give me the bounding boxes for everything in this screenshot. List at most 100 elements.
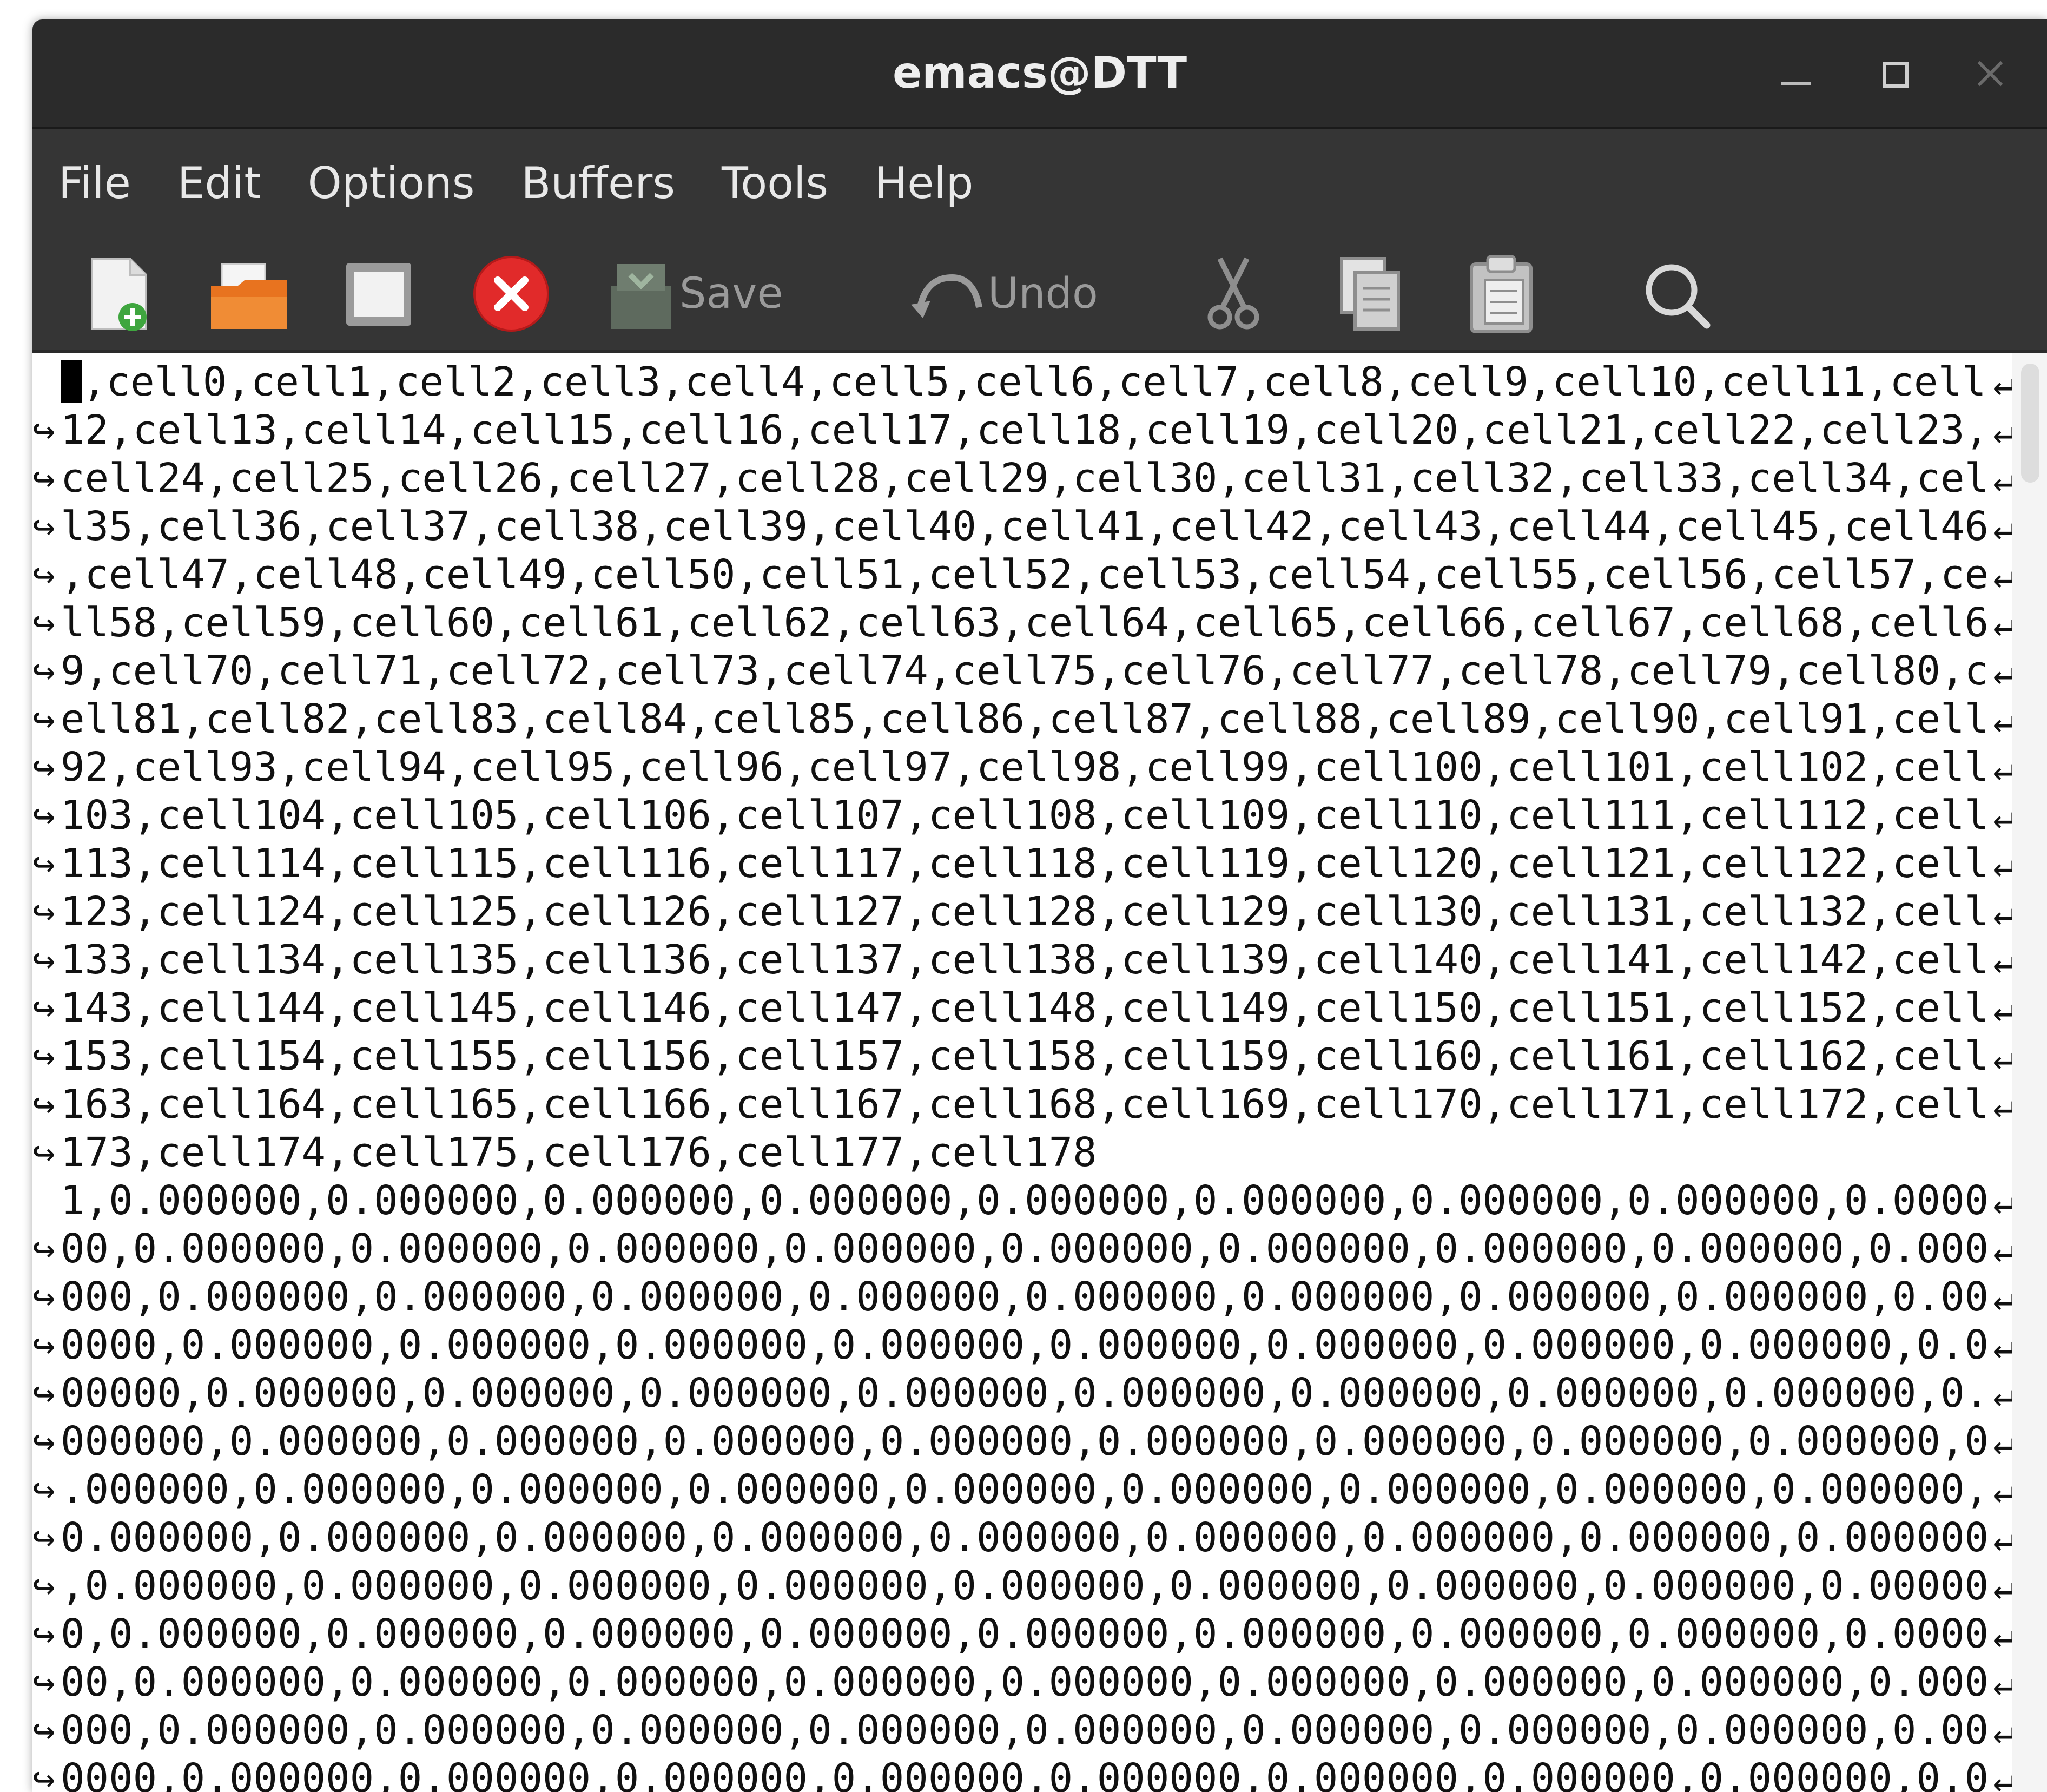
paste-icon (1470, 255, 1533, 333)
paste-button[interactable] (1466, 253, 1536, 334)
undo-icon (911, 274, 982, 318)
left-fringe-continued-icon: ↪ (32, 1660, 56, 1704)
left-fringe-continued-icon: ↪ (32, 649, 56, 693)
left-fringe-continued-icon: ↪ (32, 601, 56, 645)
copy-button[interactable] (1336, 253, 1407, 334)
new-file-icon (91, 258, 147, 331)
dired-button[interactable] (341, 253, 417, 334)
buffer-line-text: ,cell0,cell1,cell2,cell3,cell4,cell5,cel… (61, 358, 1986, 406)
buffer-line: ↪ 00,0.000000,0.000000,0.000000,0.000000,… (32, 1658, 2012, 1707)
buffer-line-text: 153,cell154,cell155,cell156,cell157,cell… (61, 1033, 1989, 1079)
right-fringe-wrap-icon: ↵ (1993, 984, 2012, 1032)
right-fringe-wrap-icon: ↵ (1993, 406, 2012, 454)
open-file-button[interactable] (206, 253, 292, 334)
left-fringe-continued-icon: ↪ (32, 938, 56, 982)
buffer-line-text: 00000,0.000000,0.000000,0.000000,0.00000… (61, 1370, 1989, 1417)
left-fringe-continued-icon: ↪ (32, 1275, 56, 1319)
buffer-line-text: 000,0.000000,0.000000,0.000000,0.000000,… (61, 1707, 1989, 1754)
left-fringe-continued-icon: ↪ (32, 1467, 56, 1512)
right-fringe-wrap-icon: ↵ (1993, 1658, 2012, 1707)
right-fringe-wrap-icon: ↵ (1993, 647, 2012, 695)
menu-edit[interactable]: Edit (177, 158, 261, 208)
right-fringe-wrap-icon: ↵ (1993, 1032, 2012, 1081)
menu-buffers[interactable]: Buffers (521, 158, 675, 208)
buffer-line: ↪ 153,cell154,cell155,cell156,cell157,cel… (32, 1032, 2012, 1081)
buffer-line-text: 9,cell70,cell71,cell72,cell73,cell74,cel… (61, 648, 1989, 694)
right-fringe-wrap-icon: ↵ (1993, 1755, 2012, 1792)
buffer-line: ↪ l35,cell36,cell37,cell38,cell39,cell40,… (32, 503, 2012, 551)
buffer-line-text: 123,cell124,cell125,cell126,cell127,cell… (61, 888, 1989, 935)
left-fringe-continued-icon: ↪ (32, 1130, 56, 1175)
buffer-line-content: ,cell0,cell1,cell2,cell3,cell4,cell5,cel… (82, 359, 1986, 405)
left-fringe-continued-icon: ↪ (32, 890, 56, 934)
menu-tools[interactable]: Tools (722, 158, 828, 208)
right-fringe-wrap-icon: ↵ (1993, 599, 2012, 647)
left-fringe-continued-icon: ↪ (32, 745, 56, 789)
menu-bar: File Edit Options Buffers Tools Help (32, 129, 2047, 237)
vertical-scrollbar[interactable] (2012, 353, 2047, 1792)
buffer-line: ↪ 133,cell134,cell135,cell136,cell137,cel… (32, 936, 2012, 984)
buffer-line: ↪ 92,cell93,cell94,cell95,cell96,cell97,c… (32, 743, 2012, 792)
buffer-line: ↪ 143,cell144,cell145,cell146,cell147,cel… (32, 984, 2012, 1032)
buffer-line: ↪ 000,0.000000,0.000000,0.000000,0.000000… (32, 1273, 2012, 1321)
save-icon (611, 264, 671, 329)
buffer-line: ↪ 163,cell164,cell165,cell166,cell167,cel… (32, 1081, 2012, 1129)
left-fringe-continued-icon: ↪ (32, 552, 56, 597)
buffer-line-text: 0000,0.000000,0.000000,0.000000,0.000000… (61, 1755, 1989, 1792)
buffer-line-text: cell24,cell25,cell26,cell27,cell28,cell2… (61, 455, 1989, 502)
text-buffer[interactable]: ,cell0,cell1,cell2,cell3,cell4,cell5,cel… (32, 353, 2012, 1792)
tool-bar: Save Undo (32, 237, 2047, 353)
menu-file[interactable]: File (58, 158, 131, 208)
right-fringe-wrap-icon: ↵ (1993, 1707, 2012, 1755)
buffer-line-text: 12,cell13,cell14,cell15,cell16,cell17,ce… (61, 407, 1989, 453)
buffer-line: ↪ 00000,0.000000,0.000000,0.000000,0.0000… (32, 1369, 2012, 1418)
buffer-line-text: 00,0.000000,0.000000,0.000000,0.000000,0… (61, 1659, 1989, 1705)
buffer-line-text: 113,cell114,cell115,cell116,cell117,cell… (61, 840, 1989, 887)
buffer-line: ↪ 123,cell124,cell125,cell126,cell127,cel… (32, 888, 2012, 936)
scrollbar-thumb[interactable] (2021, 364, 2039, 483)
right-fringe-wrap-icon: ↵ (1993, 792, 2012, 840)
cut-button[interactable] (1201, 253, 1266, 334)
left-fringe-continued-icon: ↪ (32, 504, 56, 549)
buffer-line-text: 0.000000,0.000000,0.000000,0.000000,0.00… (61, 1514, 1989, 1561)
right-fringe-wrap-icon: ↵ (1993, 1418, 2012, 1466)
new-file-button[interactable] (81, 253, 157, 334)
buffer-line-text: 103,cell104,cell105,cell106,cell107,cell… (61, 792, 1989, 839)
buffer-line-text: 000000,0.000000,0.000000,0.000000,0.0000… (61, 1418, 1989, 1465)
buffer-line: ↪ ell81,cell82,cell83,cell84,cell85,cell8… (32, 695, 2012, 743)
right-fringe-wrap-icon: ↵ (1993, 1273, 2012, 1321)
buffer-line: ↪ 103,cell104,cell105,cell106,cell107,cel… (32, 792, 2012, 840)
buffer-line: ↪ cell24,cell25,cell26,cell27,cell28,cell… (32, 454, 2012, 503)
buffer-line: ↪ ,cell47,cell48,cell49,cell50,cell51,cel… (32, 551, 2012, 599)
buffer-line-text: ell81,cell82,cell83,cell84,cell85,cell86… (61, 696, 1989, 742)
point-cursor (61, 360, 82, 403)
buffer-line: ↪ 9,cell70,cell71,cell72,cell73,cell74,ce… (32, 647, 2012, 695)
left-fringe-continued-icon: ↪ (32, 408, 56, 452)
maximize-icon[interactable] (1872, 52, 1915, 95)
buffer-line-text: .000000,0.000000,0.000000,0.000000,0.000… (61, 1466, 1989, 1513)
buffer-line-text: l35,cell36,cell37,cell38,cell39,cell40,c… (61, 503, 1989, 550)
right-fringe-wrap-icon: ↵ (1993, 1177, 2012, 1225)
menu-help[interactable]: Help (875, 158, 973, 208)
buffer-line: ↪ 000,0.000000,0.000000,0.000000,0.000000… (32, 1707, 2012, 1755)
buffer-line: ↪ 0000,0.000000,0.000000,0.000000,0.00000… (32, 1321, 2012, 1369)
search-button[interactable] (1639, 253, 1715, 334)
menu-options[interactable]: Options (308, 158, 475, 208)
buffer-line-text: 143,cell144,cell145,cell146,cell147,cell… (61, 985, 1989, 1031)
left-fringe-continued-icon: ↪ (32, 1227, 56, 1271)
buffer-line-text: 92,cell93,cell94,cell95,cell96,cell97,ce… (61, 744, 1989, 790)
save-button[interactable]: Save (606, 253, 783, 334)
left-fringe-continued-icon: ↪ (32, 793, 56, 838)
buffer-line-text: 163,cell164,cell165,cell166,cell167,cell… (61, 1081, 1989, 1128)
kill-buffer-button[interactable] (471, 253, 552, 334)
left-fringe-continued-icon: ↪ (32, 1756, 56, 1792)
buffer-line-text: ,cell47,cell48,cell49,cell50,cell51,cell… (61, 551, 1989, 598)
minimize-icon[interactable] (1774, 52, 1818, 95)
left-fringe-continued-icon: ↪ (32, 1708, 56, 1753)
close-window-icon[interactable] (1969, 52, 2012, 95)
undo-button[interactable]: Undo (909, 253, 1098, 334)
right-fringe-wrap-icon: ↵ (1993, 840, 2012, 888)
emacs-window: emacs@DTT File Edit Options Buffers Tool… (32, 19, 2047, 1792)
left-fringe-continued-icon: ↪ (32, 1612, 56, 1656)
buffer-line: ↪ .000000,0.000000,0.000000,0.000000,0.00… (32, 1466, 2012, 1514)
